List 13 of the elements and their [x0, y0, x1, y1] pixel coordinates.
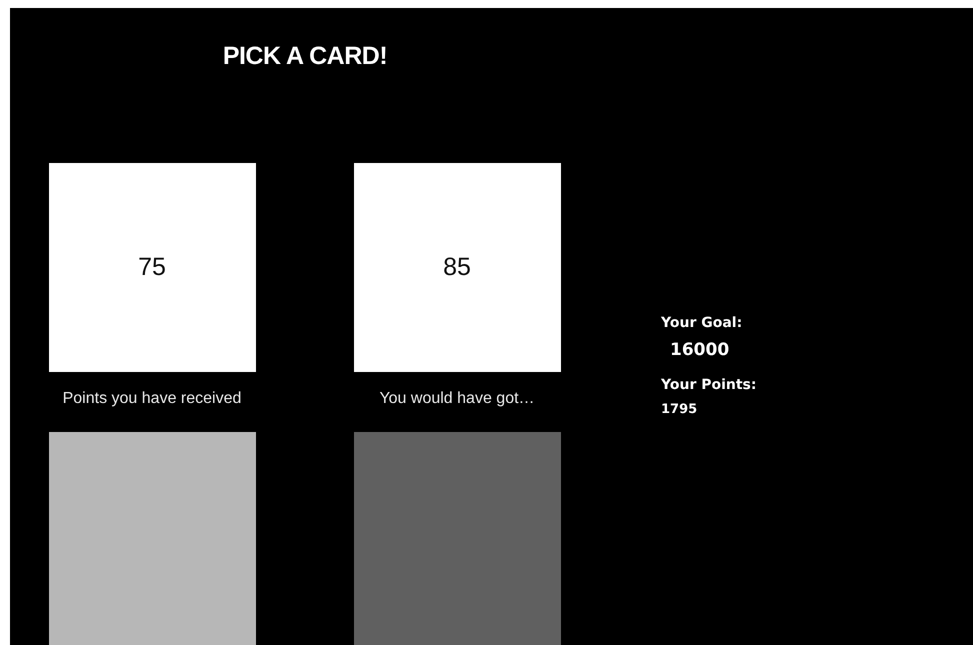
- card-caption: Points you have received: [62, 390, 242, 409]
- goal-label: Your Goal:: [661, 315, 744, 331]
- card-back[interactable]: [354, 432, 560, 645]
- points-value: 1795: [661, 402, 698, 417]
- goal-value: 16000: [670, 340, 730, 360]
- card-value: 75: [138, 253, 166, 282]
- points-label: Your Points:: [661, 377, 756, 393]
- card-value: 85: [443, 253, 471, 282]
- number-card[interactable]: 85: [354, 163, 560, 372]
- number-card[interactable]: 75: [48, 163, 256, 372]
- card-back[interactable]: [48, 432, 256, 645]
- card-caption: You would have got…: [379, 390, 535, 409]
- game-title: PICK A CARD!: [222, 41, 388, 72]
